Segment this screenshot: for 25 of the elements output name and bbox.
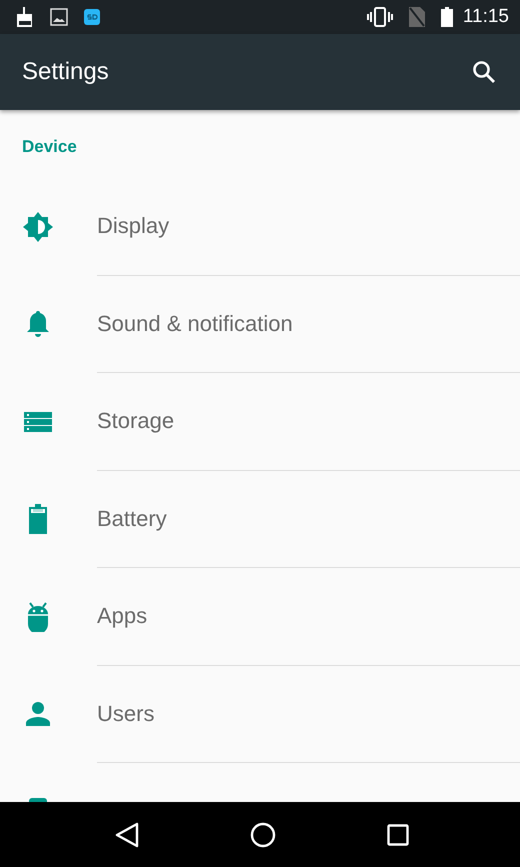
battery-icon [28,504,46,534]
broom-icon [16,7,34,27]
settings-item[interactable]: Storage [97,408,174,434]
brightness-icon [22,212,52,242]
home-icon [250,822,276,848]
section-header: Device [22,137,77,157]
recents-icon [386,824,409,846]
search-icon [472,60,496,84]
image-icon [50,8,68,26]
android-icon [26,602,48,632]
settings-item[interactable]: Users [97,700,154,727]
settings-item[interactable]: Sound & notification [97,310,293,337]
person-icon [26,702,50,726]
app-title: Settings [22,58,110,86]
settings-item[interactable]: Apps [97,603,148,630]
storage-icon [24,412,52,432]
bell-icon [26,310,50,338]
sd-card-icon [84,9,100,25]
settings-item[interactable]: Display [97,213,170,240]
settings-item[interactable]: Battery [97,506,167,532]
back-icon [115,822,140,848]
battery-icon [440,7,453,27]
vibrate-icon [366,7,393,27]
no-sim-icon [408,7,425,27]
clock-time: 11:15 [462,6,509,28]
